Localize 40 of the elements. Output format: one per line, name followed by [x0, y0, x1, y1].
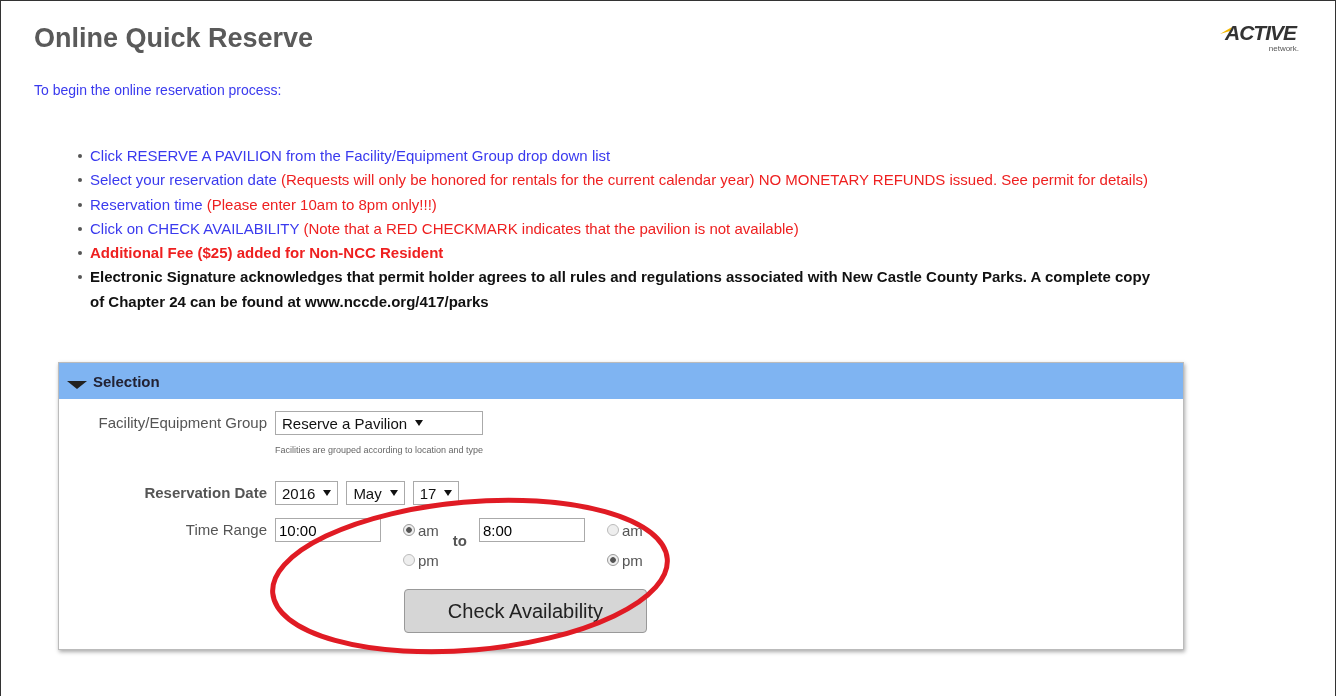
radio-label: am — [418, 521, 439, 539]
end-time-field[interactable]: 8:00 — [479, 518, 585, 543]
dropdown-arrow-icon — [415, 420, 424, 427]
bullet-icon — [78, 275, 82, 280]
page-title: Online Quick Reserve — [34, 23, 314, 54]
bullet-icon — [78, 154, 82, 158]
instruction-text: Click RESERVE A PAVILION from the Facility/Equipment Group drop down list — [90, 146, 612, 166]
intro-text: To begin the online reservation process: — [34, 82, 283, 98]
panel-header[interactable]: Selection — [59, 363, 1183, 400]
instruction-text: Reservation time (Please enter 10am to 8pm only!!!) — [90, 194, 438, 215]
hint-text: Facilities are grouped according to location and type — [275, 445, 484, 456]
date-label: Reservation Date — [143, 483, 267, 504]
radio-button[interactable] — [607, 554, 619, 567]
logo: ACTIVE network. — [1219, 21, 1301, 54]
month-select[interactable]: May — [346, 481, 405, 506]
facility-label: Facility/Equipment Group — [97, 413, 267, 434]
instruction-text: Additional Fee ($25) added for Non-NCC Resident — [90, 243, 445, 264]
bullet-icon — [78, 202, 82, 207]
bullet-icon — [78, 178, 82, 183]
bullet-icon — [78, 226, 82, 231]
facility-select[interactable]: Reserve a Pavilion — [275, 411, 484, 436]
dropdown-arrow-icon — [323, 490, 332, 497]
day-select[interactable]: 17 — [412, 481, 460, 506]
check-availability-button[interactable]: Check Availability — [404, 589, 647, 634]
radio-label: pm — [622, 551, 643, 569]
bullet-icon — [78, 251, 82, 256]
dropdown-arrow-icon — [389, 490, 398, 497]
panel-title: Selection — [93, 372, 160, 390]
radio-label: pm — [418, 551, 439, 569]
year-select[interactable]: 2016 — [275, 481, 339, 506]
radio-button[interactable] — [403, 554, 415, 567]
instruction-text: Click on CHECK AVAILABILITY (Note that a RED CHECKMARK indicates that the pavilion is not available) — [90, 218, 800, 239]
radio-label: am — [622, 521, 643, 539]
dropdown-arrow-icon — [444, 490, 453, 497]
to-text: to — [452, 532, 467, 550]
radio-button[interactable] — [403, 524, 415, 537]
instruction-text: Electronic Signature acknowledges that permit holder agrees to all rules and regulations associated with New Castle County Parks. A complete copy of Chapter 24 can be found at www.nccde.org/417/parks — [90, 267, 1151, 312]
instruction-text: Select your reservation date (Requests will only be honored for rentals for the current calendar year) NO MONETARY REFUNDS issued. See permit for details) — [90, 170, 1149, 191]
time-label: Time Range — [184, 520, 267, 541]
radio-button[interactable] — [607, 524, 619, 537]
